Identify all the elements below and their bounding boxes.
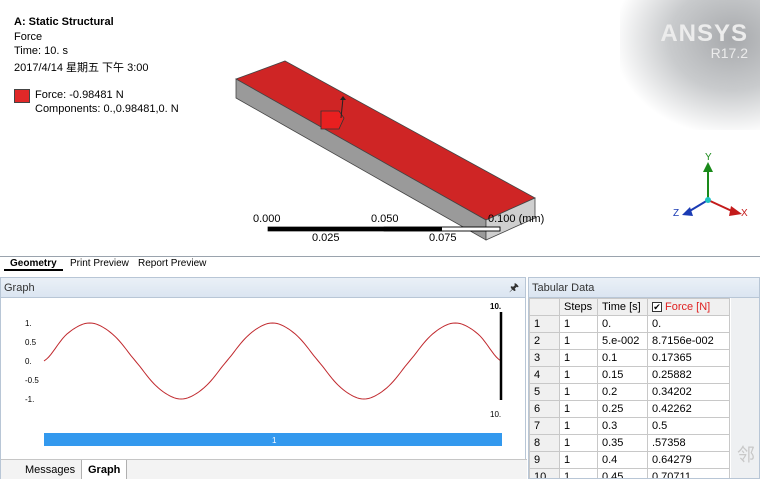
column-header-steps[interactable]: Steps [559,298,598,316]
x-end-label: 10. [490,302,501,311]
table-cell[interactable]: 0.2 [597,383,648,401]
table-cell[interactable]: 0.35 [597,434,648,452]
column-header-force-label: Force [N] [665,301,711,313]
tabular-data-panel: Tabular Data Steps Time [s] ✔ Force [N] 1… [528,277,760,479]
graph-chart[interactable]: 1. 0.5 0. -0.5 -1. 10. 10. 1 [1,299,525,459]
row-index-cell[interactable]: 3 [529,349,560,367]
timeline-label: 1 [272,436,277,445]
triad-y-label: Y [705,152,712,163]
tab-print-preview[interactable]: Print Preview [64,257,135,271]
axis-triad-icon [682,162,742,216]
table-cell[interactable]: 1 [559,400,598,418]
row-index-cell[interactable]: 5 [529,383,560,401]
beam-top-face [235,60,536,221]
table-cell[interactable]: 1 [559,332,598,350]
tab-graph[interactable]: Graph [81,460,128,479]
table-header-row: Steps Time [s] ✔ Force [N] [529,298,730,316]
table-cell[interactable]: 1 [559,383,598,401]
tab-report-preview[interactable]: Report Preview [132,257,212,271]
table-cell[interactable]: 5.e-002 [597,332,648,350]
table-row[interactable]: 9 1 0.4 0.64279 [529,451,730,469]
table-cell[interactable]: 0.42262 [647,400,730,418]
table-cell[interactable]: 0.5 [647,417,730,435]
table-row[interactable]: 5 1 0.2 0.34202 [529,383,730,401]
table-cell[interactable]: 1 [559,468,598,478]
table-cell[interactable]: 0.1 [597,349,648,367]
row-index-cell[interactable]: 4 [529,366,560,384]
table-row[interactable]: 8 1 0.35.57358 [529,434,730,452]
row-index-cell[interactable]: 1 [529,315,560,333]
table-cell[interactable]: 1 [559,366,598,384]
row-index-cell[interactable]: 6 [529,400,560,418]
table-cell[interactable]: 0.70711 [647,468,730,478]
tab-messages[interactable]: Messages [19,460,81,479]
table-row[interactable]: 3 1 0.1 0.17365 [529,349,730,367]
row-index-cell[interactable]: 8 [529,434,560,452]
scale-label-top: 0.050 [371,213,399,225]
scale-bar [267,226,501,232]
x-end-label-bottom: 10. [490,410,501,419]
table-cell[interactable]: 0.15 [597,366,648,384]
column-header-time[interactable]: Time [s] [597,298,648,316]
row-index-cell[interactable]: 2 [529,332,560,350]
table-cell[interactable]: 1 [559,434,598,452]
column-header-force[interactable]: ✔ Force [N] [647,298,730,316]
bottom-tab-strip: Messages Graph [1,459,527,479]
tabular-data-table: Steps Time [s] ✔ Force [N] 1 1 0. 0. 2 1 5.e-00… [529,298,730,478]
row-index-cell[interactable]: 9 [529,451,560,469]
table-cell[interactable]: 1 [559,451,598,469]
table-cell[interactable]: 0. [597,315,648,333]
table-cell[interactable]: 1 [559,417,598,435]
triad-x-label: X [741,208,748,219]
scale-label-bottom: 0.075 [429,232,457,244]
table-cell[interactable]: 0.45 [597,468,648,478]
table-cell[interactable]: 0.25882 [647,366,730,384]
table-cell[interactable]: .57358 [647,434,730,452]
overlay-glyph: 邻 [737,445,755,465]
table-cell[interactable]: 8.7156e-002 [647,332,730,350]
table-row[interactable]: 4 1 0.15 0.25882 [529,366,730,384]
table-cell[interactable]: 0.3 [597,417,648,435]
geometry-viewport[interactable]: A: Static Structural Force Time: 10. s 2… [0,0,760,256]
view-tab-strip: Geometry Print Preview Report Preview [0,256,760,271]
y-tick-label: 1. [25,319,32,328]
row-index-cell[interactable]: 7 [529,417,560,435]
force-curve [43,322,502,400]
table-cell[interactable]: 0.34202 [647,383,730,401]
scale-label-top: 0.000 [253,213,281,225]
y-tick-label: -1. [25,395,34,404]
table-cell[interactable]: 0.17365 [647,349,730,367]
y-tick-label: 0. [25,357,32,366]
row-index-header [529,298,560,316]
table-cell[interactable]: 0.4 [597,451,648,469]
pin-icon[interactable]: 🖈 [509,278,519,298]
triad-z-label: Z [673,208,680,219]
graph-panel-title: Graph [4,282,35,294]
y-tick-label: 0.5 [25,338,37,347]
table-cell[interactable]: 0.64279 [647,451,730,469]
row-index-cell[interactable]: 10 [529,468,560,478]
table-row[interactable]: 10 1 0.45 0.70711 [529,468,730,478]
table-row[interactable]: 6 1 0.25 0.42262 [529,400,730,418]
scale-label-top: 0.100 (mm) [488,213,545,225]
table-row[interactable]: 1 1 0. 0. [529,315,730,333]
tab-geometry[interactable]: Geometry [4,257,63,271]
table-cell[interactable]: 1 [559,349,598,367]
tabular-data-header: Tabular Data [529,278,759,298]
y-tick-label: -0.5 [25,376,39,385]
table-cell[interactable]: 0.25 [597,400,648,418]
graph-panel-header: Graph 🖈 [1,278,525,298]
scale-label-bottom: 0.025 [312,232,340,244]
table-row[interactable]: 7 1 0.3 0.5 [529,417,730,435]
table-row[interactable]: 2 1 5.e-002 8.7156e-002 [529,332,730,350]
table-cell[interactable]: 1 [559,315,598,333]
force-visibility-checkbox[interactable]: ✔ [652,302,662,312]
table-cell[interactable]: 0. [647,315,730,333]
graph-panel: Graph 🖈 1. 0.5 0. -0.5 -1. 10. 10. 1 Message… [0,277,527,479]
